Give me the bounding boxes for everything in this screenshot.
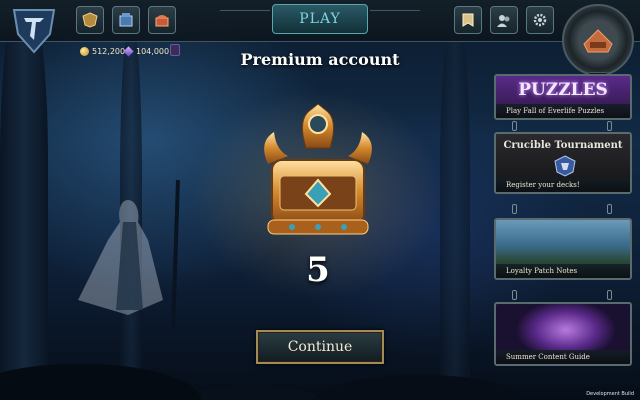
- loyalty-patch-notes-panel[interactable]: Loyalty Patch Notes: [494, 218, 632, 280]
- shield-crest-icon: [82, 12, 98, 28]
- friends-button[interactable]: [490, 6, 518, 34]
- shop-button[interactable]: [148, 6, 176, 34]
- purple-gem-icon: [123, 45, 134, 57]
- cloaked-figure-illustration: [78, 180, 180, 330]
- avatar-portrait-icon: [583, 29, 613, 53]
- panel-chain: [512, 121, 612, 131]
- top-navigation-bar: PLAY: [0, 0, 640, 54]
- premium-crown-icon: [264, 103, 372, 235]
- crucible-panel-title: Crucible Tournament: [503, 140, 623, 151]
- deck-builder-button[interactable]: [76, 6, 104, 34]
- gem-balance: 104,000: [123, 44, 170, 58]
- summer-content-guide-panel[interactable]: Summer Content Guide: [494, 302, 632, 366]
- gold-balance: 512,200: [80, 44, 125, 58]
- collection-button[interactable]: [112, 6, 140, 34]
- play-button[interactable]: PLAY: [272, 4, 368, 34]
- decorative-wing: [220, 10, 270, 28]
- tournament-crest-icon: [554, 155, 576, 177]
- tree-trunk: [120, 30, 142, 400]
- panel-chain: [512, 290, 612, 300]
- reward-count: 5: [306, 250, 330, 290]
- tree-trunk: [0, 0, 48, 400]
- development-build-label: Development Build: [586, 391, 634, 397]
- add-currency-button[interactable]: [170, 44, 180, 56]
- puzzles-panel-title: PUZZLES: [518, 80, 608, 100]
- game-logo-icon[interactable]: [10, 4, 58, 56]
- decorative-wing: [370, 10, 420, 28]
- gem-amount: 104,000: [136, 46, 170, 56]
- gold-coin-icon: [80, 46, 89, 56]
- crucible-tournament-panel[interactable]: Crucible Tournament Register your decks!: [494, 132, 632, 194]
- puzzles-panel[interactable]: PUZZLES Play Fall of Everlife Puzzles: [494, 74, 632, 120]
- loyalty-panel-caption: Loyalty Patch Notes: [496, 264, 630, 278]
- card-box-icon: [119, 13, 133, 27]
- puzzles-panel-caption: Play Fall of Everlife Puzzles: [496, 104, 630, 118]
- panel-chain: [512, 204, 612, 214]
- reward-title: Premium account: [240, 50, 400, 69]
- settings-button[interactable]: [526, 6, 554, 34]
- gear-icon: [533, 13, 547, 27]
- treasure-chest-icon: [155, 15, 169, 27]
- summer-panel-caption: Summer Content Guide: [496, 350, 630, 364]
- scroll-banner-icon: [462, 13, 474, 27]
- continue-button[interactable]: Continue: [256, 330, 384, 364]
- friends-icon: [497, 15, 510, 27]
- quests-button[interactable]: [454, 6, 482, 34]
- tree-trunk: [440, 20, 470, 400]
- player-avatar[interactable]: [562, 4, 634, 76]
- gold-amount: 512,200: [92, 46, 126, 56]
- crucible-panel-caption: Register your decks!: [496, 178, 630, 192]
